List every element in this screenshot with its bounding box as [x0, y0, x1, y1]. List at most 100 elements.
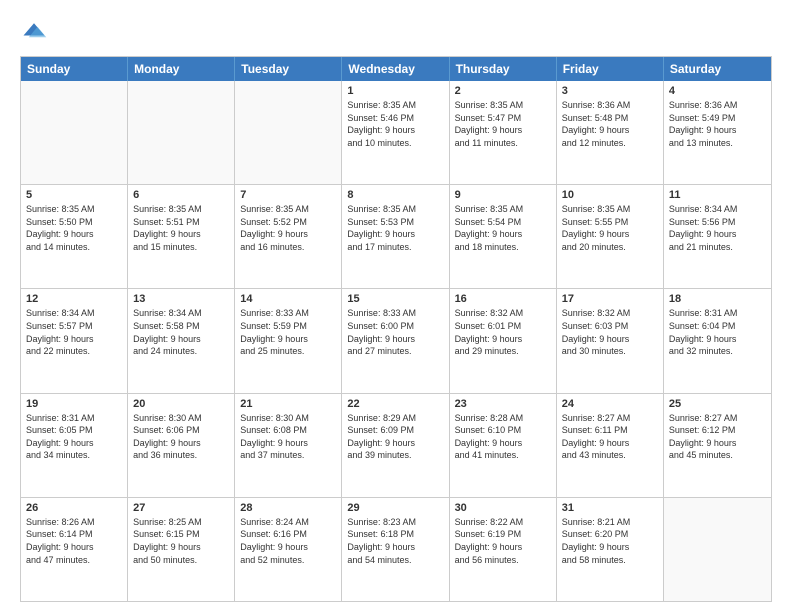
cell-day-number: 29: [347, 502, 443, 514]
calendar-cell: 17 Sunrise: 8:32 AM Sunset: 6:03 PM Dayli…: [557, 289, 664, 392]
cell-day-number: 14: [240, 293, 336, 305]
cell-day-number: 27: [133, 502, 229, 514]
logo: [20, 18, 52, 46]
cell-day-number: 3: [562, 85, 658, 97]
calendar-cell: 18 Sunrise: 8:31 AM Sunset: 6:04 PM Dayli…: [664, 289, 771, 392]
cell-day-number: 8: [347, 189, 443, 201]
cell-day-number: 1: [347, 85, 443, 97]
calendar-cell: 2 Sunrise: 8:35 AM Sunset: 5:47 PM Daylig…: [450, 81, 557, 184]
cell-day-number: 20: [133, 398, 229, 410]
cell-day-number: 31: [562, 502, 658, 514]
calendar-row: 1 Sunrise: 8:35 AM Sunset: 5:46 PM Daylig…: [21, 81, 771, 185]
cell-info: Sunrise: 8:23 AM Sunset: 6:18 PM Dayligh…: [347, 516, 443, 566]
weekday-header: Wednesday: [342, 57, 449, 81]
cell-info: Sunrise: 8:28 AM Sunset: 6:10 PM Dayligh…: [455, 412, 551, 462]
calendar-cell: 13 Sunrise: 8:34 AM Sunset: 5:58 PM Dayli…: [128, 289, 235, 392]
cell-day-number: 12: [26, 293, 122, 305]
calendar-row: 26 Sunrise: 8:26 AM Sunset: 6:14 PM Dayli…: [21, 498, 771, 601]
cell-info: Sunrise: 8:32 AM Sunset: 6:03 PM Dayligh…: [562, 307, 658, 357]
calendar-cell: 30 Sunrise: 8:22 AM Sunset: 6:19 PM Dayli…: [450, 498, 557, 601]
calendar-cell: 9 Sunrise: 8:35 AM Sunset: 5:54 PM Daylig…: [450, 185, 557, 288]
calendar-cell: [235, 81, 342, 184]
cell-day-number: 7: [240, 189, 336, 201]
cell-day-number: 19: [26, 398, 122, 410]
cell-info: Sunrise: 8:27 AM Sunset: 6:12 PM Dayligh…: [669, 412, 766, 462]
weekday-header: Friday: [557, 57, 664, 81]
calendar-cell: [664, 498, 771, 601]
cell-day-number: 25: [669, 398, 766, 410]
cell-info: Sunrise: 8:24 AM Sunset: 6:16 PM Dayligh…: [240, 516, 336, 566]
calendar-cell: 12 Sunrise: 8:34 AM Sunset: 5:57 PM Dayli…: [21, 289, 128, 392]
calendar-cell: 29 Sunrise: 8:23 AM Sunset: 6:18 PM Dayli…: [342, 498, 449, 601]
calendar-cell: 24Sunrise: 8:27 AM Sunset: 6:11 PM Dayli…: [557, 394, 664, 497]
calendar-cell: 22 Sunrise: 8:29 AM Sunset: 6:09 PM Dayli…: [342, 394, 449, 497]
cell-day-number: 2: [455, 85, 551, 97]
cell-day-number: 9: [455, 189, 551, 201]
calendar-cell: 16Sunrise: 8:32 AM Sunset: 6:01 PM Dayli…: [450, 289, 557, 392]
cell-info: Sunrise: 8:31 AM Sunset: 6:05 PM Dayligh…: [26, 412, 122, 462]
cell-day-number: 13: [133, 293, 229, 305]
cell-info: Sunrise: 8:35 AM Sunset: 5:53 PM Dayligh…: [347, 203, 443, 253]
calendar-cell: [21, 81, 128, 184]
calendar-row: 19 Sunrise: 8:31 AM Sunset: 6:05 PM Dayli…: [21, 394, 771, 498]
cell-info: Sunrise: 8:30 AM Sunset: 6:06 PM Dayligh…: [133, 412, 229, 462]
calendar-cell: 26 Sunrise: 8:26 AM Sunset: 6:14 PM Dayli…: [21, 498, 128, 601]
calendar-cell: 5Sunrise: 8:35 AM Sunset: 5:50 PM Daylig…: [21, 185, 128, 288]
cell-day-number: 21: [240, 398, 336, 410]
calendar-cell: 15 Sunrise: 8:33 AM Sunset: 6:00 PM Dayli…: [342, 289, 449, 392]
cell-info: Sunrise: 8:32 AM Sunset: 6:01 PM Dayligh…: [455, 307, 551, 357]
calendar-cell: 25 Sunrise: 8:27 AM Sunset: 6:12 PM Dayli…: [664, 394, 771, 497]
cell-info: Sunrise: 8:36 AM Sunset: 5:49 PM Dayligh…: [669, 99, 766, 149]
cell-day-number: 22: [347, 398, 443, 410]
cell-info: Sunrise: 8:29 AM Sunset: 6:09 PM Dayligh…: [347, 412, 443, 462]
calendar-cell: 14 Sunrise: 8:33 AM Sunset: 5:59 PM Dayli…: [235, 289, 342, 392]
weekday-header: Tuesday: [235, 57, 342, 81]
calendar-cell: 20 Sunrise: 8:30 AM Sunset: 6:06 PM Dayli…: [128, 394, 235, 497]
cell-info: Sunrise: 8:22 AM Sunset: 6:19 PM Dayligh…: [455, 516, 551, 566]
cell-day-number: 17: [562, 293, 658, 305]
weekday-header: Monday: [128, 57, 235, 81]
cell-info: Sunrise: 8:34 AM Sunset: 5:58 PM Dayligh…: [133, 307, 229, 357]
cell-day-number: 4: [669, 85, 766, 97]
calendar-cell: 19 Sunrise: 8:31 AM Sunset: 6:05 PM Dayli…: [21, 394, 128, 497]
cell-info: Sunrise: 8:35 AM Sunset: 5:47 PM Dayligh…: [455, 99, 551, 149]
cell-day-number: 11: [669, 189, 766, 201]
calendar-cell: 4 Sunrise: 8:36 AM Sunset: 5:49 PM Daylig…: [664, 81, 771, 184]
calendar-body: 1 Sunrise: 8:35 AM Sunset: 5:46 PM Daylig…: [21, 81, 771, 601]
cell-info: Sunrise: 8:26 AM Sunset: 6:14 PM Dayligh…: [26, 516, 122, 566]
cell-day-number: 23: [455, 398, 551, 410]
cell-day-number: 15: [347, 293, 443, 305]
calendar-cell: 27Sunrise: 8:25 AM Sunset: 6:15 PM Dayli…: [128, 498, 235, 601]
calendar-cell: 28Sunrise: 8:24 AM Sunset: 6:16 PM Dayli…: [235, 498, 342, 601]
cell-info: Sunrise: 8:35 AM Sunset: 5:50 PM Dayligh…: [26, 203, 122, 253]
cell-day-number: 18: [669, 293, 766, 305]
cell-info: Sunrise: 8:33 AM Sunset: 5:59 PM Dayligh…: [240, 307, 336, 357]
cell-info: Sunrise: 8:36 AM Sunset: 5:48 PM Dayligh…: [562, 99, 658, 149]
cell-info: Sunrise: 8:35 AM Sunset: 5:55 PM Dayligh…: [562, 203, 658, 253]
cell-info: Sunrise: 8:34 AM Sunset: 5:56 PM Dayligh…: [669, 203, 766, 253]
cell-info: Sunrise: 8:33 AM Sunset: 6:00 PM Dayligh…: [347, 307, 443, 357]
calendar-cell: 21 Sunrise: 8:30 AM Sunset: 6:08 PM Dayli…: [235, 394, 342, 497]
cell-info: Sunrise: 8:34 AM Sunset: 5:57 PM Dayligh…: [26, 307, 122, 357]
calendar-cell: 8 Sunrise: 8:35 AM Sunset: 5:53 PM Daylig…: [342, 185, 449, 288]
cell-info: Sunrise: 8:31 AM Sunset: 6:04 PM Dayligh…: [669, 307, 766, 357]
cell-info: Sunrise: 8:35 AM Sunset: 5:46 PM Dayligh…: [347, 99, 443, 149]
cell-info: Sunrise: 8:35 AM Sunset: 5:51 PM Dayligh…: [133, 203, 229, 253]
weekday-header: Thursday: [450, 57, 557, 81]
cell-day-number: 30: [455, 502, 551, 514]
calendar-cell: 31 Sunrise: 8:21 AM Sunset: 6:20 PM Dayli…: [557, 498, 664, 601]
cell-info: Sunrise: 8:30 AM Sunset: 6:08 PM Dayligh…: [240, 412, 336, 462]
page: SundayMondayTuesdayWednesdayThursdayFrid…: [0, 0, 792, 612]
calendar-cell: 7Sunrise: 8:35 AM Sunset: 5:52 PM Daylig…: [235, 185, 342, 288]
calendar-row: 12 Sunrise: 8:34 AM Sunset: 5:57 PM Dayli…: [21, 289, 771, 393]
calendar-cell: [128, 81, 235, 184]
calendar-row: 5Sunrise: 8:35 AM Sunset: 5:50 PM Daylig…: [21, 185, 771, 289]
weekday-header: Saturday: [664, 57, 771, 81]
cell-day-number: 26: [26, 502, 122, 514]
cell-info: Sunrise: 8:35 AM Sunset: 5:54 PM Dayligh…: [455, 203, 551, 253]
calendar-cell: 6Sunrise: 8:35 AM Sunset: 5:51 PM Daylig…: [128, 185, 235, 288]
cell-day-number: 24: [562, 398, 658, 410]
calendar-header: SundayMondayTuesdayWednesdayThursdayFrid…: [21, 57, 771, 81]
cell-info: Sunrise: 8:21 AM Sunset: 6:20 PM Dayligh…: [562, 516, 658, 566]
calendar-cell: 3 Sunrise: 8:36 AM Sunset: 5:48 PM Daylig…: [557, 81, 664, 184]
